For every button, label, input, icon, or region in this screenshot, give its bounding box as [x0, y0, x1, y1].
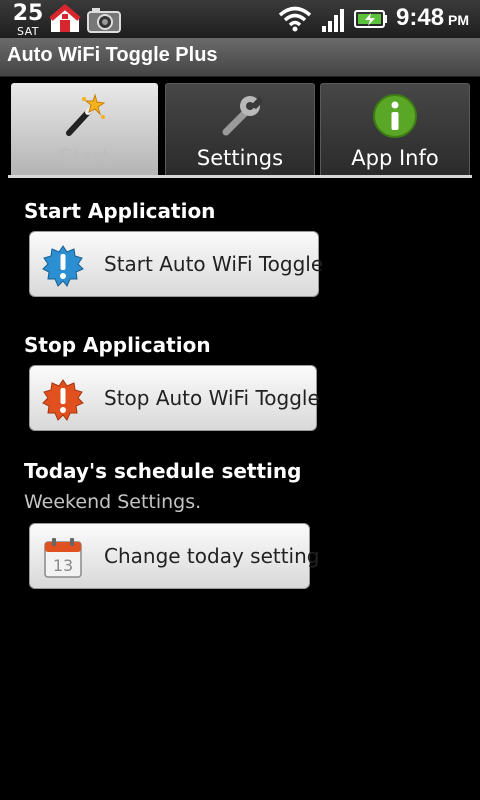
tab-settings[interactable]: Settings [165, 83, 315, 178]
calendar-day-number: 13 [53, 556, 73, 575]
clock-time: 9:48 [396, 4, 445, 31]
signal-icon [322, 9, 344, 32]
magic-wand-icon [65, 93, 105, 136]
schedule-section-title: Today's schedule setting [24, 459, 302, 483]
clock: 9:48 PM [396, 4, 469, 32]
clock-ampm: PM [448, 12, 470, 28]
tab-underline [8, 175, 472, 178]
change-today-setting-label: Change today setting [104, 544, 320, 568]
tab-start[interactable]: Start [11, 83, 158, 177]
tab-settings-label: Settings [196, 146, 284, 170]
wrench-icon [222, 96, 263, 136]
tab-start-label: Start [58, 145, 111, 169]
date-day: 25 [12, 1, 44, 26]
tab-app-info-label: App Info [351, 146, 439, 170]
info-icon [373, 94, 417, 138]
change-today-setting-button[interactable]: 13 Change today setting [29, 523, 320, 589]
app-title: Auto WiFi Toggle Plus [7, 44, 218, 66]
battery-charging-icon [354, 10, 387, 28]
schedule-subtitle: Weekend Settings. [24, 491, 202, 513]
date-weekday: SAT [16, 25, 40, 38]
tab-app-info[interactable]: App Info [320, 83, 470, 178]
stop-section-title: Stop Application [24, 333, 211, 357]
calendar-icon: 13 [44, 538, 82, 578]
stop-button-label: Stop Auto WiFi Toggle [104, 386, 320, 410]
red-alert-icon [42, 379, 84, 421]
start-section-title: Start Application [24, 199, 216, 223]
app-title-bar: Auto WiFi Toggle Plus [0, 38, 480, 77]
wifi-icon [278, 6, 312, 32]
stop-button[interactable]: Stop Auto WiFi Toggle [29, 365, 320, 431]
start-button-label: Start Auto WiFi Toggle [104, 252, 324, 276]
home-icon [49, 4, 81, 32]
camera-icon [87, 8, 121, 33]
start-button[interactable]: Start Auto WiFi Toggle [29, 231, 323, 297]
date-badge: 25 SAT [12, 1, 44, 38]
blue-alert-icon [42, 245, 84, 287]
status-bar: 25 SAT 9:48 PM [0, 0, 480, 39]
